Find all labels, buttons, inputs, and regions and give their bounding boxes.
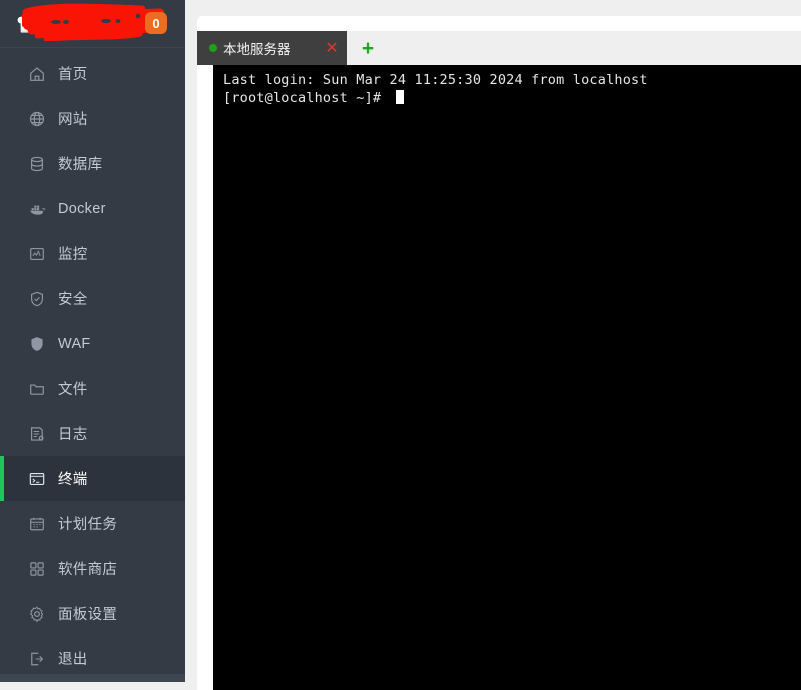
- sidebar-item-cron[interactable]: 计划任务: [0, 501, 185, 546]
- tabbar-top-gap: [197, 16, 801, 31]
- sidebar-item-monitor[interactable]: 监控: [0, 231, 185, 276]
- redaction-overlay: [22, 3, 164, 41]
- shield-check-icon: [28, 290, 46, 308]
- logout-icon: [28, 650, 46, 668]
- sidebar-item-label: 面板设置: [58, 607, 118, 623]
- sidebar-item-label: 网站: [58, 112, 88, 128]
- home-icon: [28, 65, 46, 83]
- docker-icon: [28, 200, 46, 218]
- sidebar: 0 首页 网站 数据库 Docker 监控 安全 WAF 文件 日志 终端 计划…: [0, 0, 185, 682]
- plus-icon: +: [361, 36, 375, 60]
- add-tab-button[interactable]: +: [347, 31, 389, 65]
- sidebar-item-website[interactable]: 网站: [0, 96, 185, 141]
- sidebar-item-label: 终端: [58, 472, 88, 488]
- sidebar-item-label: WAF: [58, 335, 91, 352]
- terminal-icon: [28, 470, 46, 488]
- sidebar-brand-header[interactable]: 0: [0, 0, 185, 47]
- terminal-cursor: [395, 90, 404, 104]
- shield-solid-icon: [28, 335, 46, 353]
- terminal-line: Last login: Sun Mar 24 11:25:30 2024 fro…: [223, 72, 648, 88]
- sidebar-item-docker[interactable]: Docker: [0, 186, 185, 231]
- sidebar-item-label: 首页: [58, 67, 88, 83]
- sidebar-item-files[interactable]: 文件: [0, 366, 185, 411]
- calendar-icon: [28, 515, 46, 533]
- notification-badge[interactable]: 0: [145, 12, 167, 34]
- sidebar-item-label: Docker: [58, 200, 106, 217]
- sidebar-item-database[interactable]: 数据库: [0, 141, 185, 186]
- sidebar-item-label: 数据库: [58, 157, 103, 173]
- terminal-prompt-line: [root@localhost ~]#: [223, 89, 801, 107]
- monitor-icon: [28, 245, 46, 263]
- sidebar-item-security[interactable]: 安全: [0, 276, 185, 321]
- tab-title: 本地服务器: [223, 42, 291, 57]
- sidebar-item-label: 软件商店: [58, 562, 118, 578]
- sidebar-bottom-strip: [0, 674, 185, 682]
- sidebar-item-label: 日志: [58, 427, 88, 443]
- sidebar-item-logs[interactable]: 日志: [0, 411, 185, 456]
- terminal-prompt: [root@localhost ~]#: [223, 90, 390, 106]
- sidebar-item-label: 文件: [58, 382, 88, 398]
- terminal-tabstrip: 本地服务器 ✕ +: [197, 31, 801, 65]
- sidebar-item-panel-settings[interactable]: 面板设置: [0, 591, 185, 636]
- panel-app-window: 0 首页 网站 数据库 Docker 监控 安全 WAF 文件 日志 终端 计划…: [0, 0, 801, 690]
- sidebar-item-label: 退出: [58, 652, 88, 668]
- main-panel: 本地服务器 ✕ + Last login: Sun Mar 24 11:25:3…: [197, 16, 801, 690]
- terminal-tab-local-server[interactable]: 本地服务器 ✕: [197, 31, 347, 65]
- chef-hat-logo-icon: [16, 12, 42, 36]
- sidebar-nav: 首页 网站 数据库 Docker 监控 安全 WAF 文件 日志 终端 计划任务…: [0, 48, 185, 681]
- sidebar-item-waf[interactable]: WAF: [0, 321, 185, 366]
- connected-dot-icon: [209, 44, 217, 52]
- sidebar-item-home[interactable]: 首页: [0, 51, 185, 96]
- sidebar-item-appstore[interactable]: 软件商店: [0, 546, 185, 591]
- log-icon: [28, 425, 46, 443]
- folder-icon: [28, 380, 46, 398]
- database-icon: [28, 155, 46, 173]
- sidebar-item-label: 安全: [58, 292, 88, 308]
- close-icon[interactable]: ✕: [317, 31, 347, 65]
- gear-icon: [28, 605, 46, 623]
- terminal-output[interactable]: Last login: Sun Mar 24 11:25:30 2024 fro…: [213, 65, 801, 690]
- sidebar-item-terminal[interactable]: 终端: [0, 456, 185, 501]
- sidebar-item-label: 计划任务: [58, 517, 118, 533]
- globe-icon: [28, 110, 46, 128]
- grid-apps-icon: [28, 560, 46, 578]
- sidebar-item-label: 监控: [58, 247, 88, 263]
